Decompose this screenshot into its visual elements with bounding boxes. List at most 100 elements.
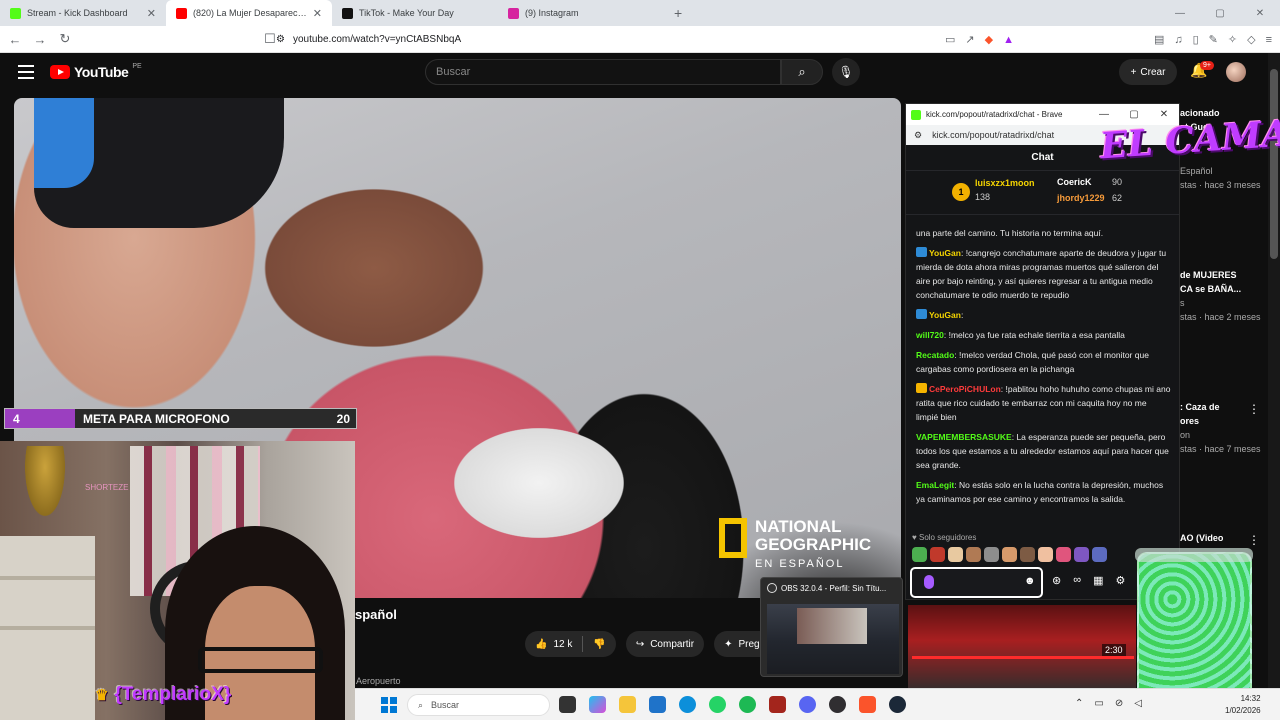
- chat-username[interactable]: Recatado: [916, 350, 954, 360]
- streamer-nameplate: ♛ {TemplarioX}: [95, 684, 231, 706]
- spotify-icon[interactable]: [739, 696, 756, 713]
- obs-icon[interactable]: [829, 696, 846, 713]
- share-icon[interactable]: ⊛: [1052, 574, 1061, 587]
- file-explorer-icon[interactable]: [619, 696, 636, 713]
- suggestion-title[interactable]: AO (Video: [1180, 533, 1223, 543]
- webcam-handle: SHORTEZE: [85, 483, 129, 492]
- maximize-icon[interactable]: ▢: [1119, 109, 1149, 120]
- leader-second-name[interactable]: CoericK: [1057, 177, 1092, 187]
- edge-icon[interactable]: [679, 696, 696, 713]
- chat-username[interactable]: YouGan: [929, 310, 961, 320]
- thumbs-down-icon[interactable]: 👎: [593, 639, 605, 650]
- music-icon[interactable]: ♫: [1174, 34, 1182, 46]
- leader-first-name[interactable]: luisxzx1moon: [975, 178, 1035, 188]
- obs-title: OBS 32.0.4 - Perfil: Sin Títu...: [781, 583, 887, 593]
- dota-icon[interactable]: [769, 696, 786, 713]
- discord-icon[interactable]: [799, 696, 816, 713]
- chat-username[interactable]: VAPEMEMBERSASUKE: [916, 432, 1012, 442]
- more-options-icon[interactable]: ⋮: [1248, 533, 1260, 547]
- share-button[interactable]: ↪ Compartir: [625, 631, 705, 657]
- volume-icon[interactable]: ◁: [1134, 698, 1142, 709]
- site-info-icon[interactable]: ⚙: [276, 34, 285, 45]
- close-icon[interactable]: ✕: [1149, 109, 1179, 120]
- sidebar-icon[interactable]: ▯: [1193, 33, 1199, 46]
- taskbar-clock[interactable]: 14:32 1/02/2026: [1225, 693, 1261, 717]
- create-button[interactable]: + Crear: [1119, 59, 1177, 85]
- task-view-icon[interactable]: [559, 696, 576, 713]
- emote-icon[interactable]: [1092, 547, 1107, 562]
- avatar[interactable]: [1226, 62, 1246, 82]
- reload-icon[interactable]: ↻: [55, 31, 75, 47]
- suggestion-title[interactable]: CA se BAÑA...: [1180, 284, 1241, 294]
- copilot-icon[interactable]: [589, 696, 606, 713]
- obs-thumbnail[interactable]: OBS 32.0.4 - Perfil: Sin Títu...: [760, 577, 903, 677]
- minimize-icon[interactable]: —: [1160, 0, 1200, 26]
- menu-icon[interactable]: ≡: [1266, 34, 1272, 46]
- chat-username[interactable]: will720: [916, 330, 944, 340]
- emoji-icon[interactable]: ☻: [1024, 575, 1036, 587]
- steam-icon[interactable]: [889, 696, 906, 713]
- voice-search-button[interactable]: 🎙: [832, 58, 860, 86]
- tab-kick-dashboard[interactable]: Stream - Kick Dashboard ✕: [0, 0, 166, 26]
- brave-shield-icon[interactable]: ◆: [985, 33, 993, 46]
- search-button[interactable]: ⌕: [781, 59, 823, 85]
- emote-icon[interactable]: [1002, 547, 1017, 562]
- chat-username[interactable]: CePeroPiCHULon: [929, 384, 1001, 394]
- close-window-icon[interactable]: ✕: [1240, 0, 1280, 26]
- suggestion-title[interactable]: ores: [1180, 416, 1199, 426]
- microphone-icon[interactable]: [924, 575, 934, 589]
- suggestion-title[interactable]: : Caza de: [1180, 402, 1220, 412]
- tab-tiktok[interactable]: TikTok - Make Your Day: [332, 0, 498, 26]
- leader-third-name[interactable]: jhordy1229: [1057, 193, 1105, 203]
- cast-icon[interactable]: ▭: [945, 33, 955, 46]
- forward-icon[interactable]: →: [30, 32, 50, 47]
- minimize-icon[interactable]: —: [1089, 109, 1119, 120]
- tab-instagram[interactable]: (9) Instagram: [498, 0, 664, 26]
- emote-icon[interactable]: [1074, 547, 1089, 562]
- new-tab-button[interactable]: +: [664, 0, 692, 26]
- emote-icon[interactable]: [966, 547, 981, 562]
- windows-start-icon[interactable]: [381, 697, 397, 713]
- wallet-icon[interactable]: ▤: [1154, 33, 1164, 46]
- emote-icon[interactable]: [1020, 547, 1035, 562]
- suggestion-title[interactable]: de MUJERES: [1180, 270, 1237, 280]
- maximize-icon[interactable]: ▢: [1200, 0, 1240, 26]
- network-icon[interactable]: ⊘: [1115, 698, 1123, 709]
- share-icon[interactable]: ↗: [965, 33, 974, 46]
- chevron-up-icon[interactable]: ⌃: [1075, 698, 1083, 709]
- emote-icon[interactable]: [912, 547, 927, 562]
- chat-input[interactable]: ☻: [910, 567, 1043, 598]
- site-info-icon[interactable]: ⚙: [914, 130, 922, 141]
- store-icon[interactable]: [649, 696, 666, 713]
- emote-icon[interactable]: [984, 547, 999, 562]
- brave-icon[interactable]: [859, 696, 876, 713]
- close-icon[interactable]: ✕: [147, 7, 156, 20]
- close-icon[interactable]: ✕: [313, 7, 322, 20]
- menu-icon[interactable]: [18, 65, 34, 79]
- chat-username[interactable]: YouGan: [929, 248, 961, 258]
- chat-username[interactable]: EmaLegit: [916, 480, 954, 490]
- infinity-icon[interactable]: ∞: [1073, 574, 1081, 587]
- chat-message: EmaLegit: No estás solo en la lucha cont…: [916, 478, 1171, 506]
- url-field[interactable]: ⚙ youtube.com/watch?v=ynCtABSNbqA: [276, 29, 996, 50]
- back-icon[interactable]: ←: [5, 32, 25, 47]
- whatsapp-icon[interactable]: [709, 696, 726, 713]
- tab-youtube[interactable]: (820) La Mujer Desaparecida ✕: [166, 0, 332, 26]
- search-input[interactable]: Buscar: [425, 59, 781, 85]
- more-options-icon[interactable]: ⋮: [1248, 402, 1260, 416]
- scroll-thumb[interactable]: [1270, 69, 1278, 259]
- emote-icon[interactable]: [1038, 547, 1053, 562]
- emote-icon[interactable]: [930, 547, 945, 562]
- settings-icon[interactable]: ⚙: [1115, 574, 1125, 587]
- extensions-icon[interactable]: ✎: [1209, 33, 1218, 46]
- taskbar-search[interactable]: ⌕ Buscar: [407, 694, 550, 716]
- vpn-icon[interactable]: ◇: [1247, 33, 1255, 46]
- store-icon[interactable]: ▦: [1093, 574, 1103, 587]
- like-button[interactable]: 👍 12 k 👎: [525, 631, 616, 657]
- battery-icon[interactable]: ▭: [1094, 698, 1103, 709]
- emote-icon[interactable]: [1056, 547, 1071, 562]
- emote-icon[interactable]: [948, 547, 963, 562]
- rewards-icon[interactable]: ▲: [1003, 34, 1014, 46]
- leo-icon[interactable]: ✧: [1228, 33, 1237, 46]
- youtube-logo[interactable]: YouTube PE: [50, 63, 142, 80]
